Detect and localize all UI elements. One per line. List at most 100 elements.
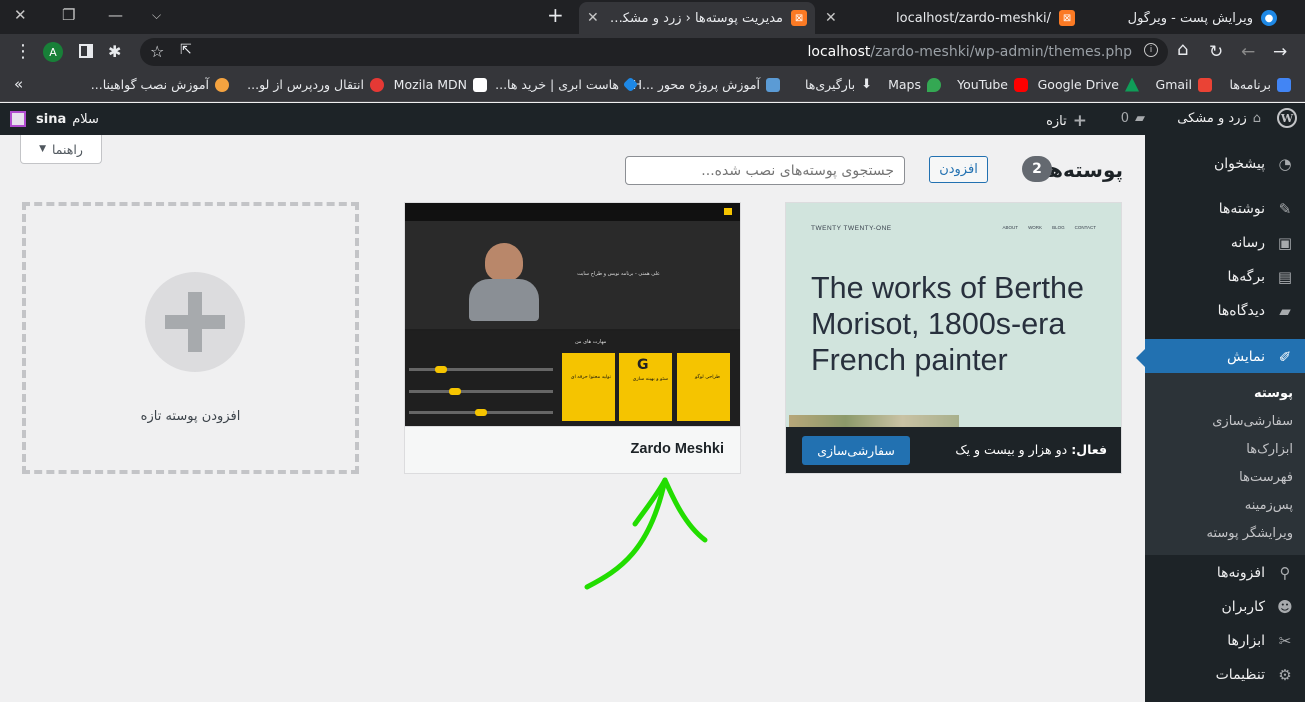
active-theme-title: دو هزار و بیست و یک [955,442,1068,457]
wp-admin-bar: W ⌂ زرد و مشکی ▰ 0 + تازه سلام sina [0,103,1305,135]
bookmark-maps[interactable]: Maps [888,77,941,92]
tab-themes-admin[interactable]: ⊠ مدیریت پوسته‌ها ‹ زرد و مشکی — ✕ [579,2,815,34]
bookmark-label: Maps [888,77,921,92]
bookmark-host[interactable]: هاست ابری | خرید ها... [495,76,639,93]
restore-window-icon[interactable]: ❐ [62,6,75,24]
settings-icon: ⚙ [1278,666,1292,684]
comments-link[interactable]: ▰ 0 [1121,111,1145,126]
bookmarks-overflow-icon[interactable]: » [14,75,23,93]
bookmark-drive[interactable]: Google Drive [1038,77,1139,92]
dashboard-icon: ◔ [1278,155,1292,173]
bookmark-gmail[interactable]: Gmail [1156,77,1212,92]
current-menu-arrow [1136,349,1145,367]
close-tab-icon[interactable]: ✕ [825,10,837,26]
submenu-background[interactable]: پس‌زمینه [1245,498,1293,513]
new-content-link[interactable]: + تازه [1046,111,1087,131]
annotation-arrow [584,477,708,590]
menu-appearance[interactable]: ✐ نمایش [1145,339,1305,375]
side-panel-icon[interactable] [79,44,93,58]
url-text[interactable]: localhost/zardo-meshki/wp-admin/themes.p… [808,44,1132,60]
tab-virgool[interactable]: ● ویرایش پست - ویرگول [1085,2,1285,34]
url-path: /zardo-meshki/wp-admin/themes.php [870,44,1132,60]
preview-skill-bar [409,390,553,393]
menu-settings[interactable]: ⚙ تنظیمات [1145,658,1305,692]
share-icon[interactable]: ⇱ [180,42,192,58]
comments-icon: ▰ [1279,302,1291,320]
theme-screenshot[interactable]: علی همتی - برنامه نویس و طراح سایت مهارت… [405,203,740,427]
theme-screenshot[interactable]: TWENTY TWENTY-ONE ABOUT WORK BLOG CONTAC… [786,203,1121,427]
bookmark-cert[interactable]: آموزش نصب گواهینا... [91,77,229,92]
preview-brand: TWENTY TWENTY-ONE [811,225,892,232]
menu-users[interactable]: ☻ کاربران [1145,590,1305,624]
extensions-icon[interactable]: ✱ [108,42,121,62]
menu-kebab-icon[interactable]: ⋮ [14,42,32,62]
pages-icon: ▤ [1277,268,1293,286]
forward-icon[interactable]: ← [1241,42,1255,62]
bookmark-label: برنامه‌ها [1229,77,1271,92]
bookmark-wp-move[interactable]: انتقال وردپرس از لو... [247,77,384,92]
preview-nav-item: ABOUT [1002,225,1019,230]
bookmark-label: آموزش نصب گواهینا... [90,77,209,92]
reload-icon[interactable]: ↻ [1209,42,1223,62]
media-icon: ▣ [1277,234,1293,252]
user-name: sina [36,111,67,127]
theme-search-input[interactable] [625,156,905,185]
new-label: تازه [1046,113,1067,129]
submenu-themes[interactable]: پوسته [1254,386,1293,401]
menu-comments[interactable]: ▰ دیدگاه‌ها [1145,294,1305,328]
submenu-menus[interactable]: فهرست‌ها [1239,470,1293,485]
theme-card-active[interactable]: TWENTY TWENTY-ONE ABOUT WORK BLOG CONTAC… [785,202,1122,474]
plugins-icon: ⚲ [1279,564,1291,582]
site-info-icon[interactable]: i [1144,43,1158,57]
wordpress-logo-icon[interactable]: W [1277,108,1297,128]
bookmark-star-icon[interactable]: ☆ [150,42,164,61]
preview-skill-bar [409,368,553,371]
back-icon[interactable]: → [1273,42,1287,62]
close-tab-icon[interactable]: ✕ [587,10,599,26]
minimize-window-icon[interactable]: — [108,6,123,24]
menu-media[interactable]: ▣ رسانه [1145,226,1305,260]
bookmark-youtube[interactable]: YouTube [957,77,1028,92]
menu-label: نمایش [1226,349,1265,365]
address-bar[interactable]: ☆ ⇱ localhost/zardo-meshki/wp-admin/them… [140,38,1168,66]
add-theme-button[interactable]: افزودن [929,156,988,183]
users-icon: ☻ [1277,598,1293,616]
preview-nav-item: CONTACT [1074,225,1096,230]
preview-skill-knob [475,409,487,416]
site-name-link[interactable]: ⌂ زرد و مشکی [1177,111,1261,126]
menu-dashboard[interactable]: ◔ پیشخوان [1145,147,1305,181]
home-icon[interactable]: ⌂ [1177,40,1188,60]
submenu-theme-editor[interactable]: ویرایشگر پوسته [1207,526,1294,541]
preview-hero [405,221,740,329]
tab-localhost[interactable]: ⊠ localhost/zardo-meshki/ ✕ [817,2,1083,34]
browser-toolbar: ⋮ A ✱ ☆ ⇱ localhost/zardo-meshki/wp-admi… [0,34,1305,70]
menu-posts[interactable]: ✎ نوشته‌ها [1145,192,1305,226]
user-account-link[interactable]: سلام sina [10,111,99,127]
submenu-widgets[interactable]: ابزارک‌ها [1246,442,1293,457]
help-tab-button[interactable]: راهنما ▼ [20,135,102,164]
theme-card-zardo-meshki[interactable]: علی همتی - برنامه نویس و طراح سایت مهارت… [404,202,741,474]
download-icon: ⬇ [861,77,872,92]
new-tab-icon[interactable]: + [547,3,564,27]
customize-button[interactable]: سفارشی‌سازی [802,436,910,465]
tab-search-icon[interactable]: ⌵ [152,8,161,23]
gmail-icon [1198,77,1212,92]
cloud-icon [622,76,639,93]
menu-pages[interactable]: ▤ برگه‌ها [1145,260,1305,294]
submenu-customize[interactable]: سفارشی‌سازی [1212,414,1293,429]
bookmark-apps[interactable]: برنامه‌ها [1230,77,1291,92]
greeting-text: سلام [72,111,99,127]
menu-tools[interactable]: ✂ ابزارها [1145,624,1305,658]
preview-skill-knob [449,388,461,395]
appearance-submenu: پوسته سفارشی‌سازی ابزارک‌ها فهرست‌ها پس‌… [1145,373,1305,555]
bookmark-mdn[interactable]: Mozila MDN [394,77,487,92]
bookmark-downloads[interactable]: ⬇ بارگیری‌ها [805,77,872,92]
close-window-icon[interactable]: ✕ [14,6,27,24]
preview-box-label: تولید محتوا حرفه ای [570,375,611,380]
bookmark-project[interactable]: آموزش پروژه محور ...H [633,77,780,92]
menu-plugins[interactable]: ⚲ افزونه‌ها [1145,556,1305,590]
profile-avatar[interactable]: A [43,42,63,62]
drive-icon [1125,77,1139,92]
add-new-theme-card[interactable]: افزودن پوسته تازه [22,202,359,474]
user-avatar [10,111,26,127]
